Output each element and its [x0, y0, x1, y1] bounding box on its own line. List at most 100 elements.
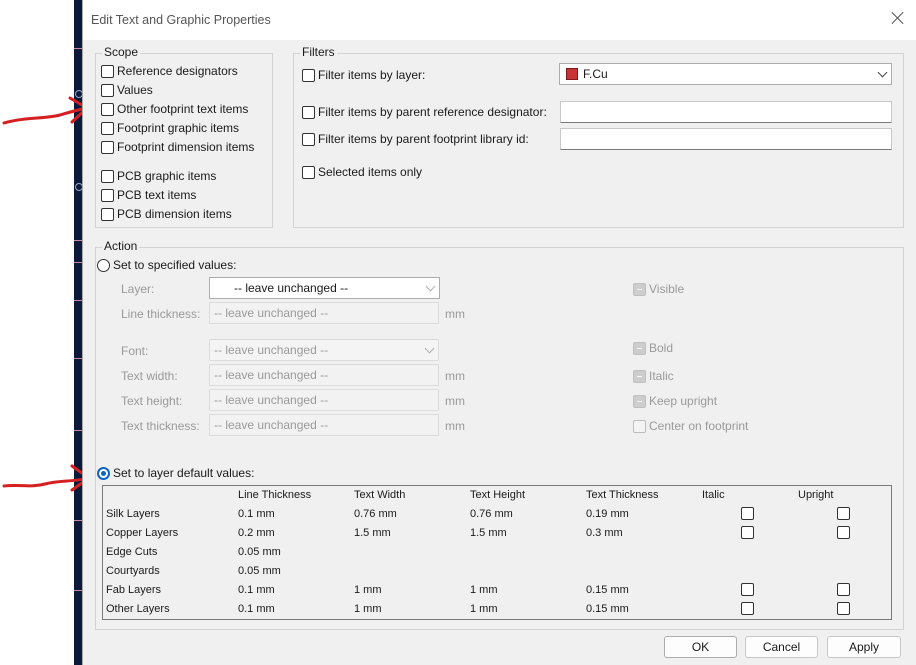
- scope-pcb-graphic[interactable]: PCB graphic items: [101, 169, 216, 183]
- row-label: Courtyards: [106, 565, 160, 577]
- row-label: Other Layers: [106, 603, 170, 615]
- table-cell: 1 mm: [470, 584, 498, 596]
- edit-properties-dialog: Edit Text and Graphic Properties Scope R…: [82, 0, 916, 665]
- checkbox-icon[interactable]: [101, 102, 114, 116]
- scope-legend: Scope: [102, 45, 141, 59]
- row-label: Copper Layers: [106, 527, 179, 539]
- line-thickness-unit: mm: [445, 307, 465, 321]
- checkbox-icon[interactable]: [302, 132, 315, 146]
- checkbox-icon[interactable]: [302, 68, 315, 82]
- center-on-footprint-checkbox[interactable]: Center on footprint: [633, 419, 748, 433]
- checkbox-icon[interactable]: [633, 394, 646, 408]
- radio-icon[interactable]: [97, 258, 110, 272]
- table-cell: 0.05 mm: [238, 565, 281, 577]
- apply-button[interactable]: Apply: [827, 636, 901, 658]
- library-filter-input[interactable]: [560, 128, 892, 150]
- close-icon[interactable]: [890, 10, 906, 26]
- filter-by-library-id[interactable]: Filter items by parent footprint library…: [302, 132, 529, 146]
- title-bar: Edit Text and Graphic Properties: [83, 0, 916, 40]
- scope-pcb-text[interactable]: PCB text items: [101, 188, 196, 202]
- row-label: Silk Layers: [106, 508, 160, 520]
- reference-filter-input[interactable]: [560, 101, 892, 123]
- set-layer-defaults-radio[interactable]: Set to layer default values:: [97, 466, 254, 480]
- column-header: Text Width: [354, 489, 406, 501]
- ok-button[interactable]: OK: [664, 636, 737, 658]
- cancel-button[interactable]: Cancel: [745, 636, 818, 658]
- checkbox-icon[interactable]: [101, 121, 114, 135]
- table-cell: 0.2 mm: [238, 527, 275, 539]
- upright-checkbox-other[interactable]: [837, 602, 850, 615]
- table-cell: 0.1 mm: [238, 603, 275, 615]
- table-cell: 0.19 mm: [586, 508, 629, 520]
- scope-footprint-graphic[interactable]: Footprint graphic items: [101, 121, 239, 135]
- table-cell: 0.1 mm: [238, 584, 275, 596]
- table-cell: 0.05 mm: [238, 546, 281, 558]
- italic-checkbox-other[interactable]: [741, 602, 754, 615]
- italic-checkbox-fab[interactable]: [741, 583, 754, 596]
- keep-upright-checkbox[interactable]: Keep upright: [633, 394, 717, 408]
- checkbox-icon[interactable]: [101, 64, 114, 78]
- table-cell: 1.5 mm: [354, 527, 391, 539]
- text-width-label: Text width:: [121, 369, 178, 383]
- line-thickness-input[interactable]: -- leave unchanged --: [209, 302, 439, 324]
- text-width-input[interactable]: -- leave unchanged --: [209, 364, 439, 386]
- row-label: Fab Layers: [106, 584, 162, 596]
- checkbox-icon[interactable]: [101, 83, 114, 97]
- table-cell: 0.3 mm: [586, 527, 623, 539]
- checkbox-icon[interactable]: [633, 419, 646, 433]
- layer-select[interactable]: -- leave unchanged --: [209, 277, 440, 299]
- dialog-title: Edit Text and Graphic Properties: [91, 13, 271, 27]
- checkbox-icon[interactable]: [633, 282, 646, 296]
- table-cell: 0.1 mm: [238, 508, 275, 520]
- text-height-input[interactable]: -- leave unchanged --: [209, 389, 439, 411]
- text-thickness-label: Text thickness:: [121, 419, 200, 433]
- scope-other-footprint-text[interactable]: Other footprint text items: [101, 102, 248, 116]
- font-select[interactable]: -- leave unchanged --: [209, 339, 439, 361]
- checkbox-icon[interactable]: [633, 341, 646, 355]
- text-height-unit: mm: [445, 394, 465, 408]
- column-header: Text Height: [470, 489, 526, 501]
- italic-checkbox-copper[interactable]: [741, 526, 754, 539]
- set-specified-values-radio[interactable]: Set to specified values:: [97, 258, 236, 272]
- chevron-down-icon: [425, 281, 436, 292]
- table-cell: 1 mm: [354, 603, 382, 615]
- scope-footprint-dimension[interactable]: Footprint dimension items: [101, 140, 254, 154]
- checkbox-icon[interactable]: [633, 369, 646, 383]
- upright-checkbox-fab[interactable]: [837, 583, 850, 596]
- checkbox-icon[interactable]: [101, 140, 114, 154]
- table-cell: 1.5 mm: [470, 527, 507, 539]
- chevron-down-icon: [424, 343, 435, 354]
- scope-reference-designators[interactable]: Reference designators: [101, 64, 238, 78]
- upright-checkbox-copper[interactable]: [837, 526, 850, 539]
- checkbox-icon[interactable]: [302, 105, 315, 119]
- row-label: Edge Cuts: [106, 546, 158, 558]
- column-header: Italic: [702, 489, 725, 501]
- scope-pcb-dimension[interactable]: PCB dimension items: [101, 207, 232, 221]
- table-cell: 0.76 mm: [354, 508, 397, 520]
- layer-filter-select[interactable]: F.Cu: [559, 63, 892, 85]
- layer-label: Layer:: [121, 282, 155, 296]
- selected-items-only[interactable]: Selected items only: [302, 165, 422, 179]
- table-cell: 0.15 mm: [586, 603, 629, 615]
- layer-defaults-table: Line Thickness Text Width Text Height Te…: [102, 485, 892, 620]
- bold-checkbox[interactable]: Bold: [633, 341, 673, 355]
- visible-checkbox[interactable]: Visible: [633, 282, 684, 296]
- checkbox-icon[interactable]: [101, 188, 114, 202]
- column-header: Text Thickness: [586, 489, 659, 501]
- checkbox-icon[interactable]: [302, 165, 315, 179]
- red-arrow-annotation: [2, 96, 89, 125]
- filter-by-reference[interactable]: Filter items by parent reference designa…: [302, 105, 547, 119]
- text-thickness-input[interactable]: -- leave unchanged --: [209, 414, 439, 436]
- upright-checkbox-silk[interactable]: [837, 507, 850, 520]
- italic-checkbox-silk[interactable]: [741, 507, 754, 520]
- radio-selected-icon[interactable]: [97, 466, 110, 480]
- table-cell: 0.15 mm: [586, 584, 629, 596]
- scope-values[interactable]: Values: [101, 83, 153, 97]
- checkbox-icon[interactable]: [101, 207, 114, 221]
- table-cell: 1 mm: [470, 603, 498, 615]
- italic-checkbox[interactable]: Italic: [633, 369, 674, 383]
- line-thickness-label: Line thickness:: [121, 307, 201, 321]
- filter-by-layer[interactable]: Filter items by layer:: [302, 68, 425, 82]
- checkbox-icon[interactable]: [101, 169, 114, 183]
- layer-color-swatch: [566, 68, 578, 80]
